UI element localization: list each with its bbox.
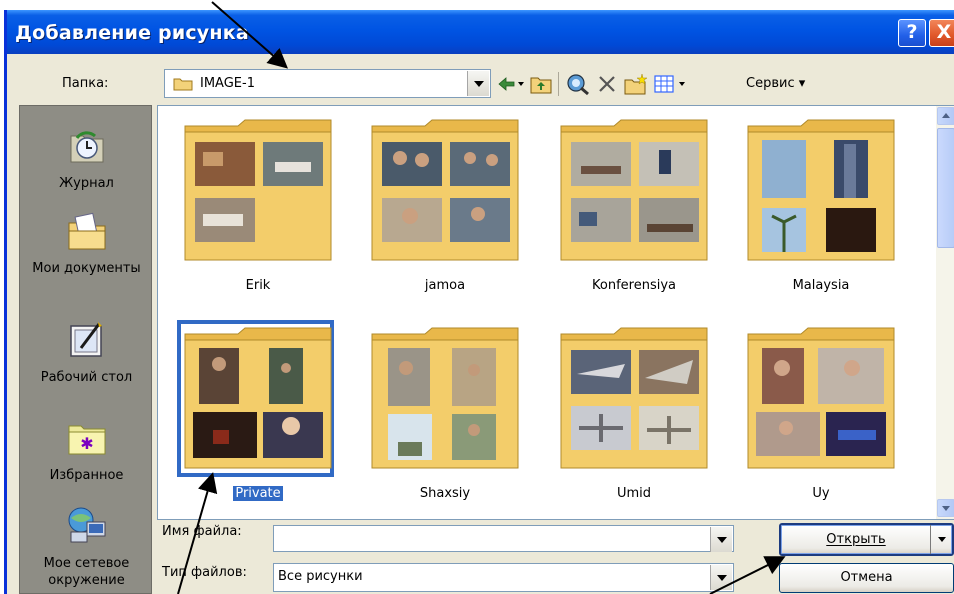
close-button[interactable]: X xyxy=(929,19,954,47)
up-folder-icon[interactable] xyxy=(529,72,553,96)
place-label: Избранное xyxy=(49,468,124,483)
open-split-dropdown[interactable] xyxy=(930,525,952,554)
open-button-label: Открыть xyxy=(781,532,931,547)
folder-icon xyxy=(173,78,193,91)
help-button[interactable]: ? xyxy=(898,19,926,47)
folder-label: Папка: xyxy=(62,76,109,91)
insert-picture-dialog: Добавление рисунка ? X Папка: IMAGE-1 Се… xyxy=(4,10,954,594)
toolbar-separator xyxy=(558,72,559,96)
folder-thumbnail-icon xyxy=(747,327,895,469)
filename-label: Имя файла: xyxy=(162,524,242,539)
cancel-button[interactable]: Отмена xyxy=(779,563,954,593)
vertical-scrollbar[interactable] xyxy=(936,106,954,519)
back-icon[interactable] xyxy=(496,72,526,96)
my-documents-icon xyxy=(68,212,105,250)
file-name-label: jamoa xyxy=(424,278,466,293)
scroll-up-button[interactable] xyxy=(937,107,954,125)
filename-input[interactable] xyxy=(273,525,734,552)
folder-select-dropdown-button[interactable] xyxy=(467,71,489,96)
filetype-value: Все рисунки xyxy=(278,569,363,584)
place-label: Мое сетевое окружение xyxy=(43,556,130,588)
filetype-label: Тип файлов: xyxy=(162,565,247,580)
scroll-down-button[interactable] xyxy=(937,499,954,517)
favorites-icon: ✱ xyxy=(68,425,105,455)
new-folder-icon[interactable] xyxy=(623,72,649,96)
open-label-text: Открыть xyxy=(826,532,886,547)
file-name-label: Uy xyxy=(812,486,830,501)
folder-select[interactable]: IMAGE-1 xyxy=(164,69,491,98)
search-web-icon[interactable] xyxy=(565,72,591,96)
file-name-label: Erik xyxy=(245,278,271,293)
place-label: Журнал xyxy=(59,176,114,191)
network-icon xyxy=(68,507,105,543)
selected-file-name: Private xyxy=(233,486,283,501)
folder-thumbnail-icon xyxy=(184,327,332,469)
filetype-select[interactable]: Все рисунки xyxy=(273,563,734,592)
folder-thumbnail-icon xyxy=(371,327,519,469)
file-name-label: Shaxsiy xyxy=(419,486,471,501)
filetype-dropdown-button[interactable] xyxy=(710,565,732,590)
file-name-label: Konferensiya xyxy=(592,278,676,293)
place-label: Мои документы xyxy=(32,261,141,276)
file-name-label: Malaysia xyxy=(792,278,850,293)
tools-menu[interactable]: Сервис ▾ xyxy=(746,76,805,91)
file-list-view[interactable]: Erik jamoa Konferensiya Malaysia Private… xyxy=(157,105,954,520)
places-bar: Журнал Мои документы Рабочий стол ✱ Избр… xyxy=(19,105,152,594)
delete-icon[interactable] xyxy=(595,72,619,96)
folder-thumbnail-icon xyxy=(560,119,708,261)
open-button[interactable]: Открыть xyxy=(779,523,954,556)
place-my-documents[interactable]: Мои документы xyxy=(20,209,153,277)
place-desktop[interactable]: Рабочий стол xyxy=(20,318,153,386)
desktop-icon xyxy=(69,322,102,357)
file-name-label: Private xyxy=(183,486,333,501)
title-bar[interactable]: Добавление рисунка ? X xyxy=(7,10,954,54)
chevron-up-icon xyxy=(942,113,950,118)
folder-thumbnail-icon xyxy=(184,119,332,261)
place-favorites[interactable]: ✱ Избранное xyxy=(20,416,153,484)
history-icon xyxy=(70,131,103,163)
filename-dropdown-button[interactable] xyxy=(710,527,732,552)
views-icon[interactable] xyxy=(653,72,691,96)
folder-select-value: IMAGE-1 xyxy=(200,76,255,91)
dialog-title: Добавление рисунка xyxy=(15,22,249,44)
file-name-label: Umid xyxy=(616,486,652,501)
folder-thumbnail-icon xyxy=(747,119,895,261)
place-network[interactable]: Мое сетевое окружение xyxy=(20,504,153,589)
place-history[interactable]: Журнал xyxy=(20,124,153,192)
folder-thumbnail-icon xyxy=(560,327,708,469)
folder-thumbnail-icon xyxy=(371,119,519,261)
chevron-down-icon xyxy=(938,537,946,542)
place-label: Рабочий стол xyxy=(40,370,133,385)
scroll-thumb[interactable] xyxy=(937,128,954,248)
chevron-down-icon xyxy=(942,506,950,511)
svg-text:✱: ✱ xyxy=(80,434,93,453)
